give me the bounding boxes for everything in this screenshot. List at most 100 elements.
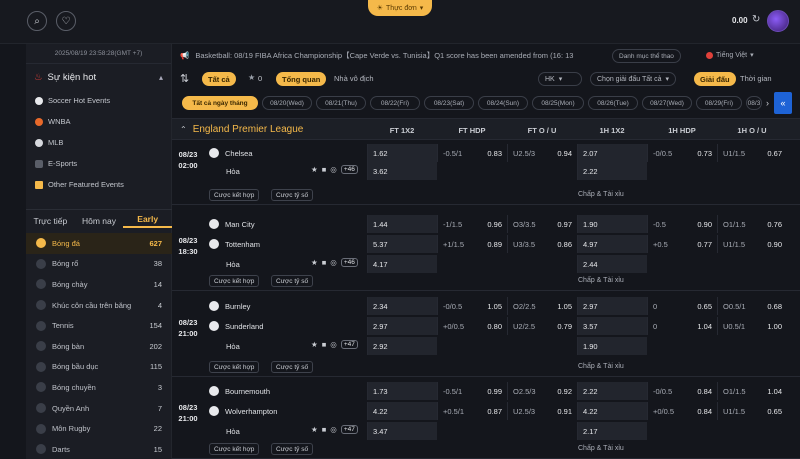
handicap-ou-link[interactable]: Chấp & Tài xỉu	[578, 191, 624, 198]
odds-type-select[interactable]: HK ▾	[538, 72, 582, 86]
sort-by-time-button[interactable]: Thời gian	[740, 74, 772, 83]
stats-icon[interactable]: ◎	[330, 425, 337, 434]
odds-cell[interactable]: +1/1.5 0.89	[437, 235, 507, 253]
tab-live[interactable]: Trực tiếp	[26, 216, 75, 226]
parlay-button[interactable]: Cược kết hợp	[209, 275, 260, 287]
hot-item-soccer[interactable]: Soccer Hot Events	[26, 90, 171, 111]
odds-cell[interactable]: -0/0.5 0.73	[647, 144, 717, 162]
odds-cell[interactable]: -0/0.5 1.05	[437, 297, 507, 315]
sport-item-table-tennis[interactable]: Bóng bàn 202	[26, 336, 172, 357]
odds-cell[interactable]: 2.44	[577, 255, 647, 273]
odds-cell[interactable]: U0.5/1 1.00	[717, 317, 787, 335]
outright-link[interactable]: Nhà vô địch	[334, 74, 374, 83]
overview-button[interactable]: Tổng quan	[276, 72, 327, 86]
handicap-ou-link[interactable]: Chấp & Tài xỉu	[578, 445, 624, 452]
tab-early[interactable]: Early	[123, 214, 173, 228]
odds-cell[interactable]: 2.97	[577, 297, 647, 315]
odds-cell[interactable]: 1.62	[367, 144, 437, 162]
date-tab[interactable]: 08/22(Fri)	[370, 96, 420, 110]
odds-cell[interactable]: 1.73	[367, 382, 437, 400]
handicap-ou-link[interactable]: Chấp & Tài xỉu	[578, 277, 624, 284]
date-tab[interactable]: 08/3	[746, 96, 762, 110]
odds-cell[interactable]: 4.22	[577, 402, 647, 420]
odds-cell[interactable]: +0.5 0.77	[647, 235, 717, 253]
odds-cell[interactable]: O0.5/1 0.68	[717, 297, 787, 315]
odds-cell[interactable]: 0 0.65	[647, 297, 717, 315]
odds-cell[interactable]: O2.5/3 0.92	[507, 382, 577, 400]
more-markets-button[interactable]: +47	[340, 425, 358, 434]
date-tab[interactable]: 08/20(Wed)	[262, 96, 312, 110]
sport-list-button[interactable]: Danh mục thể thao	[612, 49, 681, 63]
more-markets-button[interactable]: +47	[340, 340, 358, 349]
odds-cell[interactable]: +0.5/1 0.87	[437, 402, 507, 420]
odds-cell[interactable]: +0/0.5 0.80	[437, 317, 507, 335]
filter-all-button[interactable]: Tất cả	[202, 72, 236, 86]
star-icon[interactable]: ★	[311, 425, 318, 434]
parlay-button[interactable]: Cược kết hợp	[209, 361, 260, 373]
odds-cell[interactable]: -0.5/1 0.83	[437, 144, 507, 162]
odds-cell[interactable]: O1/1.5 0.76	[717, 215, 787, 233]
favorite-heart-icon[interactable]: ♡	[56, 11, 76, 31]
odds-cell[interactable]: 2.34	[367, 297, 437, 315]
hot-events-header[interactable]: ♨ Sự kiện hot ▴	[26, 64, 171, 90]
odds-cell[interactable]: -0.5 0.90	[647, 215, 717, 233]
live-video-icon[interactable]: ■	[322, 340, 327, 349]
hot-item-wnba[interactable]: WNBA	[26, 111, 171, 132]
sport-item-ice-hockey[interactable]: Khúc côn cầu trên băng 4	[26, 295, 172, 316]
correct-score-button[interactable]: Cược tỷ số	[271, 361, 314, 373]
odds-cell[interactable]: 4.17	[367, 255, 437, 273]
odds-cell[interactable]: 4.97	[577, 235, 647, 253]
sport-item-volleyball[interactable]: Bóng chuyền 3	[26, 377, 172, 398]
tab-today[interactable]: Hôm nay	[75, 216, 124, 226]
date-tab[interactable]: 08/23(Sat)	[424, 96, 474, 110]
odds-cell[interactable]: 4.22	[367, 402, 437, 420]
odds-cell[interactable]: +0/0.5 0.84	[647, 402, 717, 420]
odds-cell[interactable]: 2.17	[577, 422, 647, 440]
odds-cell[interactable]: 5.37	[367, 235, 437, 253]
sort-icon[interactable]: ⇅	[180, 72, 189, 85]
odds-cell[interactable]: 0 1.04	[647, 317, 717, 335]
odds-cell[interactable]: -0.5/1 0.99	[437, 382, 507, 400]
odds-cell[interactable]: 3.47	[367, 422, 437, 440]
live-video-icon[interactable]: ■	[322, 425, 327, 434]
odds-cell[interactable]: U2/2.5 0.79	[507, 317, 577, 335]
correct-score-button[interactable]: Cược tỷ số	[271, 275, 314, 287]
search-icon[interactable]: ⌕	[27, 11, 47, 31]
sport-item-tennis[interactable]: Tennis 154	[26, 315, 172, 336]
handicap-ou-link[interactable]: Chấp & Tài xỉu	[578, 363, 624, 370]
date-tab[interactable]: 08/25(Mon)	[532, 96, 584, 110]
odds-cell[interactable]: U1/1.5 0.67	[717, 144, 787, 162]
odds-cell[interactable]: 1.90	[577, 215, 647, 233]
hot-item-other[interactable]: Other Featured Events	[26, 174, 171, 195]
correct-score-button[interactable]: Cược tỷ số	[271, 189, 314, 201]
live-video-icon[interactable]: ■	[322, 258, 327, 267]
odds-cell[interactable]: -0/0.5 0.84	[647, 382, 717, 400]
sport-item-basketball[interactable]: Bóng rổ 38	[26, 254, 172, 275]
odds-cell[interactable]: O2/2.5 1.05	[507, 297, 577, 315]
parlay-button[interactable]: Cược kết hợp	[209, 189, 260, 201]
more-markets-button[interactable]: +46	[340, 165, 358, 174]
league-title-row[interactable]: ⌃ England Premier League	[180, 124, 303, 135]
odds-cell[interactable]: O3/3.5 0.97	[507, 215, 577, 233]
stats-icon[interactable]: ◎	[330, 165, 337, 174]
star-icon[interactable]: ★	[311, 258, 318, 267]
odds-cell[interactable]: 2.92	[367, 337, 437, 355]
odds-cell[interactable]: 1.90	[577, 337, 647, 355]
stats-icon[interactable]: ◎	[330, 258, 337, 267]
collapse-panel-button[interactable]: «	[774, 92, 792, 114]
odds-cell[interactable]: 2.97	[367, 317, 437, 335]
more-markets-button[interactable]: +46	[340, 258, 358, 267]
odds-cell[interactable]: U1/1.5 0.90	[717, 235, 787, 253]
sport-item-boxing[interactable]: Quyền Anh 7	[26, 398, 172, 419]
parlay-button[interactable]: Cược kết hợp	[209, 443, 260, 455]
date-tab-all[interactable]: Tất cả ngày tháng	[182, 96, 258, 110]
sport-item-rugby[interactable]: Môn Rugby 22	[26, 418, 172, 439]
odds-cell[interactable]: 2.07	[577, 144, 647, 162]
correct-score-button[interactable]: Cược tỷ số	[271, 443, 314, 455]
odds-cell[interactable]: U2.5/3 0.94	[507, 144, 577, 162]
avatar[interactable]	[767, 10, 789, 32]
date-tab[interactable]: 08/29(Fri)	[696, 96, 742, 110]
odds-cell[interactable]: U2.5/3 0.91	[507, 402, 577, 420]
live-video-icon[interactable]: ■	[322, 165, 327, 174]
hot-item-mlb[interactable]: MLB	[26, 132, 171, 153]
